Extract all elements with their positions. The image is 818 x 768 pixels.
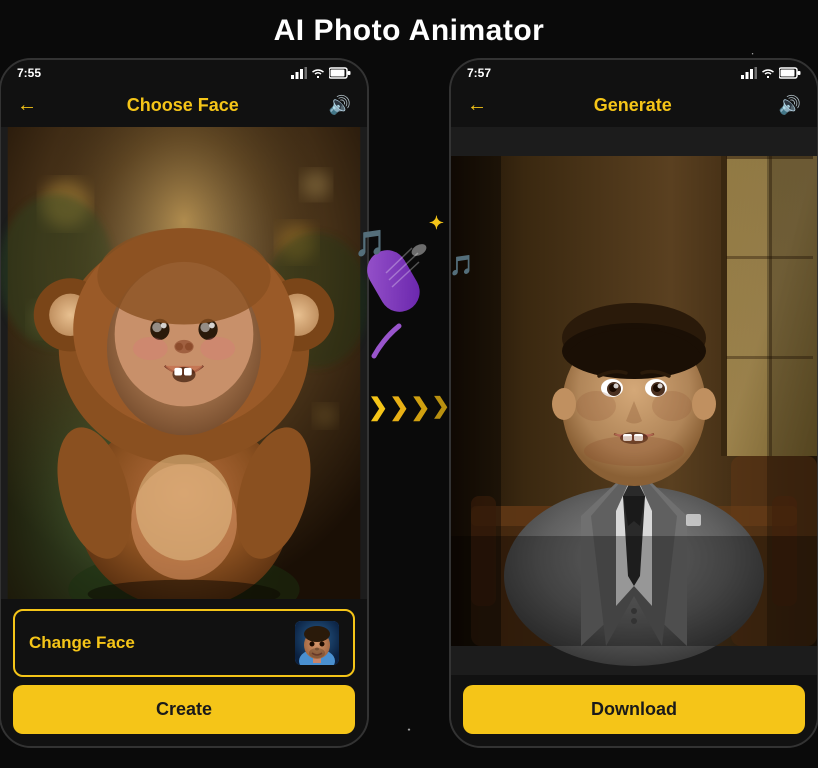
status-icons-left xyxy=(291,67,351,79)
create-label: Create xyxy=(156,699,212,719)
page-title: AI Photo Animator xyxy=(274,14,545,48)
phone-content-left xyxy=(1,127,367,599)
phone-right: 7:57 xyxy=(449,58,818,748)
chevron-4: ❯ xyxy=(431,393,449,422)
phone-bottom-right: Download xyxy=(451,675,817,746)
status-icons-right xyxy=(741,67,801,79)
status-bar-left: 7:55 xyxy=(1,60,367,84)
thumbnail-face-svg xyxy=(295,621,339,665)
change-face-label: Change Face xyxy=(29,633,135,653)
wifi-icon xyxy=(311,67,325,79)
monkey-child-photo xyxy=(1,127,367,599)
music-note-1: 🎵 xyxy=(354,228,386,259)
face-thumbnail xyxy=(295,621,339,665)
chevron-1: ❯ xyxy=(368,393,388,422)
sparkle-icon: ✦ xyxy=(429,213,444,234)
signal-icon xyxy=(291,67,307,79)
time-left: 7:55 xyxy=(17,66,41,80)
status-bar-right: 7:57 xyxy=(451,60,817,84)
phone-header-right: ← Generate 🔊 xyxy=(451,84,817,127)
sound-icon-right[interactable]: 🔊 xyxy=(779,95,801,116)
signal-icon-right xyxy=(741,67,757,79)
suit-man-photo xyxy=(451,127,817,675)
time-right: 7:57 xyxy=(467,66,491,80)
arrow-chevrons: ❯ ❯ ❯ ❯ xyxy=(368,393,450,422)
middle-decoration: 🎵 🎵 ✦ ❯ ❯ ❯ ❯ xyxy=(369,58,449,748)
phone-header-left: ← Choose Face 🔊 xyxy=(1,84,367,127)
battery-icon-right xyxy=(779,67,801,79)
change-face-button[interactable]: Change Face xyxy=(13,609,355,677)
music-note-2: 🎵 xyxy=(449,253,474,278)
chevron-3: ❯ xyxy=(410,393,430,422)
back-arrow-left[interactable]: ← xyxy=(17,94,37,117)
download-label: Download xyxy=(591,699,677,719)
header-title-right: Generate xyxy=(487,95,779,116)
phone-left: 7:55 xyxy=(0,58,369,748)
header-title-left: Choose Face xyxy=(37,95,329,116)
chevron-2: ❯ xyxy=(389,393,409,422)
phones-container: 7:55 xyxy=(0,58,818,748)
wifi-icon-right xyxy=(761,67,775,79)
create-button[interactable]: Create xyxy=(13,685,355,734)
battery-icon xyxy=(329,67,351,79)
phone-content-right xyxy=(451,127,817,675)
download-button[interactable]: Download xyxy=(463,685,805,734)
phone-bottom-left: Change Face xyxy=(1,599,367,746)
back-arrow-right[interactable]: ← xyxy=(467,94,487,117)
sound-icon-left[interactable]: 🔊 xyxy=(329,95,351,116)
